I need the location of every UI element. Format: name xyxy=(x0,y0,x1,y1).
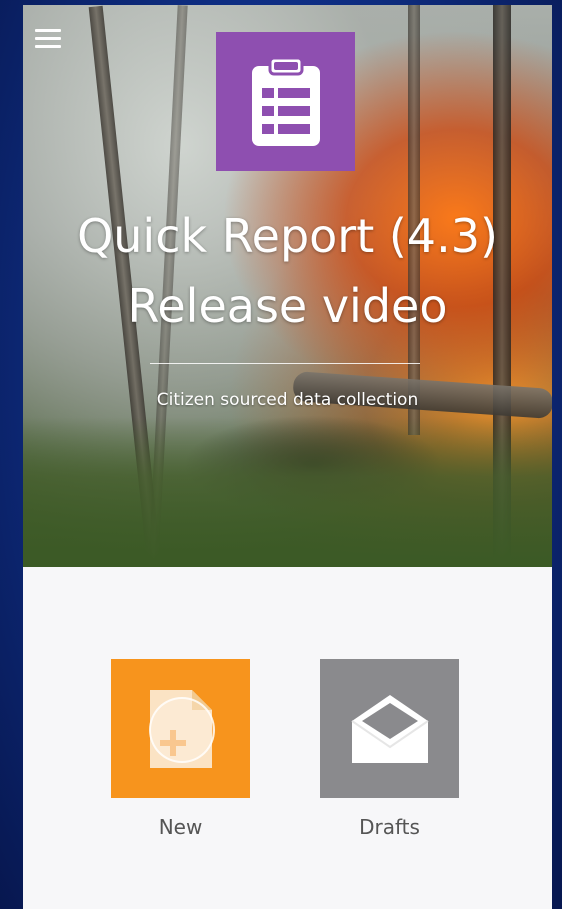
page-title: Quick Report (4.3) Release video xyxy=(23,201,552,341)
new-button-label: New xyxy=(158,815,203,839)
new-report-button[interactable] xyxy=(111,659,250,798)
drafts-button-label: Drafts xyxy=(359,815,420,839)
envelope-open-icon xyxy=(350,694,429,763)
touch-ripple xyxy=(149,697,215,763)
title-line-2: Release video xyxy=(127,279,448,333)
title-divider xyxy=(150,363,420,364)
hero-banner: Quick Report (4.3) Release video Citizen… xyxy=(23,5,552,567)
clipboard-report-icon xyxy=(216,32,355,171)
app-screen: Quick Report (4.3) Release video Citizen… xyxy=(23,5,552,909)
drafts-button[interactable] xyxy=(320,659,459,798)
subtitle: Citizen sourced data collection xyxy=(156,390,419,410)
background-ground xyxy=(23,417,552,567)
title-line-1: Quick Report (4.3) xyxy=(77,209,498,263)
hamburger-menu-icon[interactable] xyxy=(35,29,61,51)
